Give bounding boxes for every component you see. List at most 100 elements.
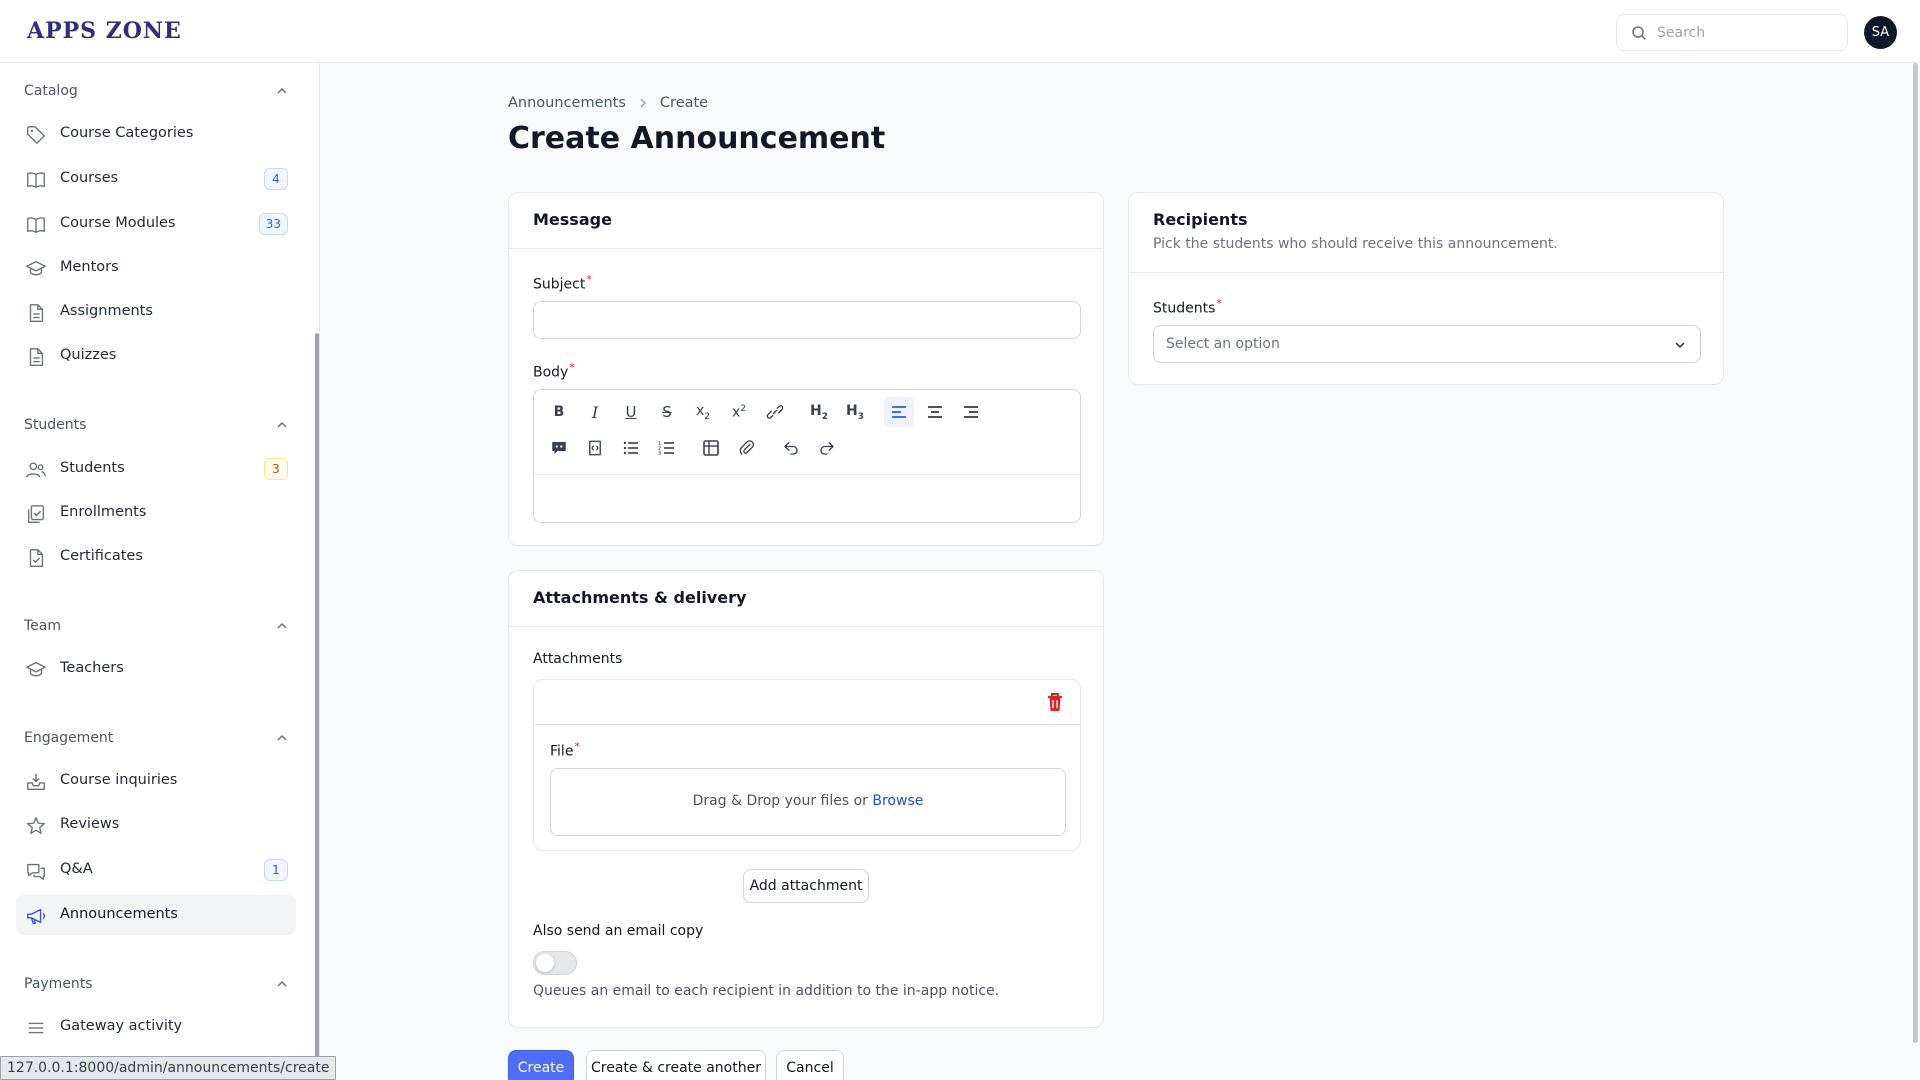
align-center-button[interactable]: [920, 397, 950, 427]
attach-file-button[interactable]: [732, 433, 762, 463]
file-dropzone[interactable]: Drag & Drop your files or Browse: [550, 768, 1066, 836]
top-bar: APPS ZONE SA: [0, 0, 1920, 63]
app-logo[interactable]: APPS ZONE: [27, 18, 182, 44]
code-block-icon: [589, 440, 601, 456]
sidebar-group-students[interactable]: Students: [24, 413, 288, 437]
search-icon: [1632, 26, 1647, 41]
code-block-button[interactable]: [580, 433, 610, 463]
sidebar-item-course-modules[interactable]: Course Modules 33: [16, 204, 296, 244]
sidebar-item-students[interactable]: Students 3: [16, 449, 296, 489]
chevron-up-icon: [277, 87, 287, 94]
recipients-card: Recipients Pick the students who should …: [1128, 192, 1724, 385]
inbox-icon: [27, 773, 45, 791]
ordered-list-button[interactable]: 123: [652, 433, 682, 463]
bullet-list-button[interactable]: [616, 433, 646, 463]
create-another-button[interactable]: Create & create another: [586, 1050, 766, 1080]
undo-button[interactable]: [776, 433, 806, 463]
align-right-button[interactable]: [956, 397, 986, 427]
message-card: Message Subject* Body* B I U S x2 x2 H2 …: [508, 192, 1104, 546]
sidebar-item-course-inquiries[interactable]: Course inquiries: [16, 761, 296, 801]
subscript-button[interactable]: x2: [688, 397, 718, 427]
search-box[interactable]: [1616, 14, 1848, 51]
sidebar-item-label: Q&A: [60, 861, 93, 877]
link-icon: [766, 405, 784, 419]
page-scrollbar[interactable]: [1913, 63, 1918, 1043]
superscript-button[interactable]: x2: [724, 397, 754, 427]
email-copy-label: Also send an email copy: [533, 923, 704, 939]
body-label-text: Body: [533, 364, 569, 381]
blockquote-button[interactable]: [544, 433, 574, 463]
breadcrumb-parent-link[interactable]: Announcements: [508, 95, 626, 111]
list-icon: [28, 1022, 44, 1034]
svg-text:3: 3: [658, 451, 661, 457]
sidebar-item-enrollments[interactable]: Enrollments: [16, 493, 296, 533]
sidebar-item-label: Certificates: [60, 548, 143, 564]
required-marker: *: [569, 361, 575, 374]
sidebar-group-catalog[interactable]: Catalog: [24, 79, 288, 103]
sidebar-item-announcements[interactable]: Announcements: [16, 895, 296, 935]
sidebar-item-mentors[interactable]: Mentors: [16, 248, 296, 288]
sidebar-item-course-categories[interactable]: Course Categories: [16, 114, 296, 154]
underline-icon: U: [625, 403, 637, 421]
body-editor[interactable]: B I U S x2 x2 H2 H3 123: [533, 389, 1081, 523]
browse-link[interactable]: Browse: [872, 793, 923, 809]
underline-button[interactable]: U: [616, 397, 646, 427]
italic-button[interactable]: I: [580, 397, 610, 427]
sidebar-item-quizzes[interactable]: Quizzes: [16, 336, 296, 376]
add-attachment-button[interactable]: Add attachment: [743, 869, 869, 903]
academic-cap-icon: [26, 661, 46, 677]
chevron-down-icon: [1675, 342, 1685, 349]
user-avatar[interactable]: SA: [1864, 16, 1897, 49]
group-label: Engagement: [24, 730, 114, 746]
search-input[interactable]: [1657, 21, 1837, 45]
table-button[interactable]: [696, 433, 726, 463]
body-editor-content[interactable]: [534, 475, 1080, 522]
align-left-icon: [892, 406, 906, 418]
attachments-card: Attachments & delivery Attachments File*…: [508, 570, 1104, 1028]
card-header: Recipients Pick the students who should …: [1129, 193, 1723, 273]
sidebar-item-qa[interactable]: Q&A 1: [16, 850, 296, 890]
tag-icon: [27, 126, 45, 144]
subject-input[interactable]: [533, 301, 1081, 339]
required-marker: *: [586, 273, 592, 286]
card-title: Message: [533, 210, 612, 229]
document-check-icon: [29, 549, 44, 567]
sidebar-item-assignments[interactable]: Assignments: [16, 292, 296, 332]
create-button[interactable]: Create: [508, 1050, 574, 1080]
count-badge: 33: [258, 213, 288, 235]
sidebar-group-engagement[interactable]: Engagement: [24, 726, 288, 750]
redo-button[interactable]: [812, 433, 842, 463]
subscript-icon: x2: [695, 402, 711, 422]
sidebar-item-courses[interactable]: Courses 4: [16, 159, 296, 199]
email-copy-toggle[interactable]: [533, 951, 577, 975]
students-select[interactable]: Select an option: [1153, 325, 1701, 363]
sidebar-item-gateway-activity[interactable]: Gateway activity: [16, 1007, 296, 1047]
heading-3-button[interactable]: H3: [840, 397, 870, 427]
sidebar-item-certificates[interactable]: Certificates: [16, 537, 296, 577]
students-label-text: Students: [1153, 300, 1216, 317]
trash-icon[interactable]: [1046, 692, 1064, 712]
sidebar-group-payments[interactable]: Payments: [24, 972, 288, 996]
redo-icon: [820, 442, 834, 455]
group-label: Catalog: [24, 83, 78, 99]
undo-icon: [784, 442, 798, 455]
bullet-list-icon: [623, 441, 638, 455]
bold-button[interactable]: B: [544, 397, 574, 427]
chevron-up-icon: [277, 734, 287, 741]
link-button[interactable]: [760, 397, 790, 427]
heading-2-button[interactable]: H2: [804, 397, 834, 427]
strikethrough-button[interactable]: S: [652, 397, 682, 427]
sidebar-group-team[interactable]: Team: [24, 614, 288, 638]
chat-bubbles-icon: [27, 863, 45, 880]
sidebar-scrollbar[interactable]: [315, 333, 319, 1078]
students-label: Students*: [1153, 297, 1222, 317]
cancel-button[interactable]: Cancel: [776, 1050, 844, 1080]
sidebar: Catalog Course Categories Courses 4 Cour…: [0, 63, 320, 1080]
required-marker: *: [574, 740, 580, 753]
required-marker: *: [1216, 297, 1222, 310]
sidebar-item-teachers[interactable]: Teachers: [16, 649, 296, 689]
align-left-button[interactable]: [884, 397, 914, 427]
sidebar-item-reviews[interactable]: Reviews: [16, 805, 296, 845]
breadcrumb-current: Create: [659, 95, 709, 111]
italic-icon: I: [591, 402, 599, 422]
